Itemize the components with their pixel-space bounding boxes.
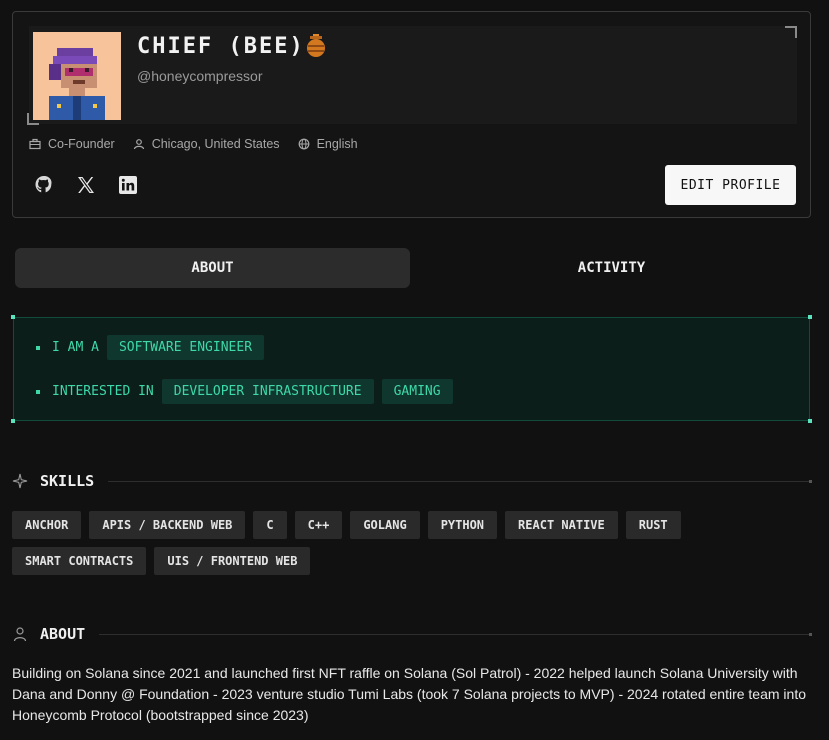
profile-card: CHIEF (BEE) @honeycompressor Co-Founder …	[12, 11, 811, 218]
divider-end	[809, 479, 812, 483]
divider	[99, 633, 809, 635]
banner-corner-top-right	[785, 26, 797, 38]
divider	[108, 480, 809, 482]
skill-tag: GOLANG	[350, 511, 420, 539]
occupation-chip: SOFTWARE ENGINEER	[106, 335, 265, 360]
globe-icon	[298, 138, 309, 150]
about-title: ABOUT	[40, 625, 86, 643]
interests-box: I AM A SOFTWARE ENGINEER INTERESTED IN D…	[11, 315, 812, 423]
social-links	[33, 174, 139, 196]
location-text: Chicago, United States	[151, 137, 280, 151]
language-item: English	[298, 137, 358, 151]
occupation-row: I AM A SOFTWARE ENGINEER	[36, 335, 265, 360]
bullet	[36, 389, 40, 394]
skill-tag: C++	[294, 511, 343, 539]
skills-list: ANCHOR APIS / BACKEND WEB C C++ GOLANG P…	[12, 511, 812, 575]
interests-prefix: INTERESTED IN	[52, 384, 154, 399]
interest-chip: GAMING	[381, 379, 453, 404]
tab-about[interactable]: ABOUT	[15, 248, 410, 288]
skill-tag: UIS / FRONTEND WEB	[154, 547, 311, 575]
skill-tag: SMART CONTRACTS	[12, 547, 147, 575]
divider-end	[809, 632, 812, 636]
bullet	[36, 345, 40, 350]
corner-dot	[11, 419, 15, 423]
briefcase-icon	[29, 138, 41, 150]
user-icon	[13, 627, 27, 642]
interest-chip: DEVELOPER INFRASTRUCTURE	[161, 379, 374, 404]
location-item: Chicago, United States	[133, 137, 280, 151]
corner-dot	[11, 315, 15, 319]
skills-title: SKILLS	[40, 472, 95, 490]
edit-profile-button[interactable]: EDIT PROFILE	[665, 165, 796, 205]
avatar	[33, 32, 121, 120]
role-item: Co-Founder	[29, 137, 115, 151]
honey-pot-icon	[307, 34, 325, 57]
skill-tag: REACT NATIVE	[505, 511, 618, 539]
profile-handle: @honeycompressor	[137, 68, 263, 84]
profile-name: CHIEF (BEE)	[137, 34, 305, 59]
sparkle-icon	[12, 473, 28, 489]
language-text: English	[316, 137, 358, 151]
x-icon[interactable]	[75, 174, 97, 196]
about-header: ABOUT	[12, 625, 812, 643]
skill-tag: ANCHOR	[12, 511, 82, 539]
corner-dot	[808, 419, 812, 423]
interests-row: INTERESTED IN DEVELOPER INFRASTRUCTURE G…	[36, 379, 453, 404]
github-icon[interactable]	[33, 174, 55, 196]
tab-activity[interactable]: ACTIVITY	[414, 248, 809, 288]
linkedin-icon[interactable]	[117, 174, 139, 196]
occupation-prefix: I AM A	[52, 340, 99, 355]
user-icon	[133, 139, 144, 150]
profile-meta: Co-Founder Chicago, United States Englis…	[29, 137, 358, 151]
role-text: Co-Founder	[48, 137, 115, 151]
skill-tag: APIS / BACKEND WEB	[89, 511, 246, 539]
skill-tag: PYTHON	[427, 511, 498, 539]
skills-header: SKILLS	[12, 472, 812, 490]
skill-tag: C	[253, 511, 287, 539]
bio-text: Building on Solana since 2021 and launch…	[12, 665, 807, 723]
skill-tag: RUST	[625, 511, 681, 539]
corner-dot	[808, 315, 812, 319]
